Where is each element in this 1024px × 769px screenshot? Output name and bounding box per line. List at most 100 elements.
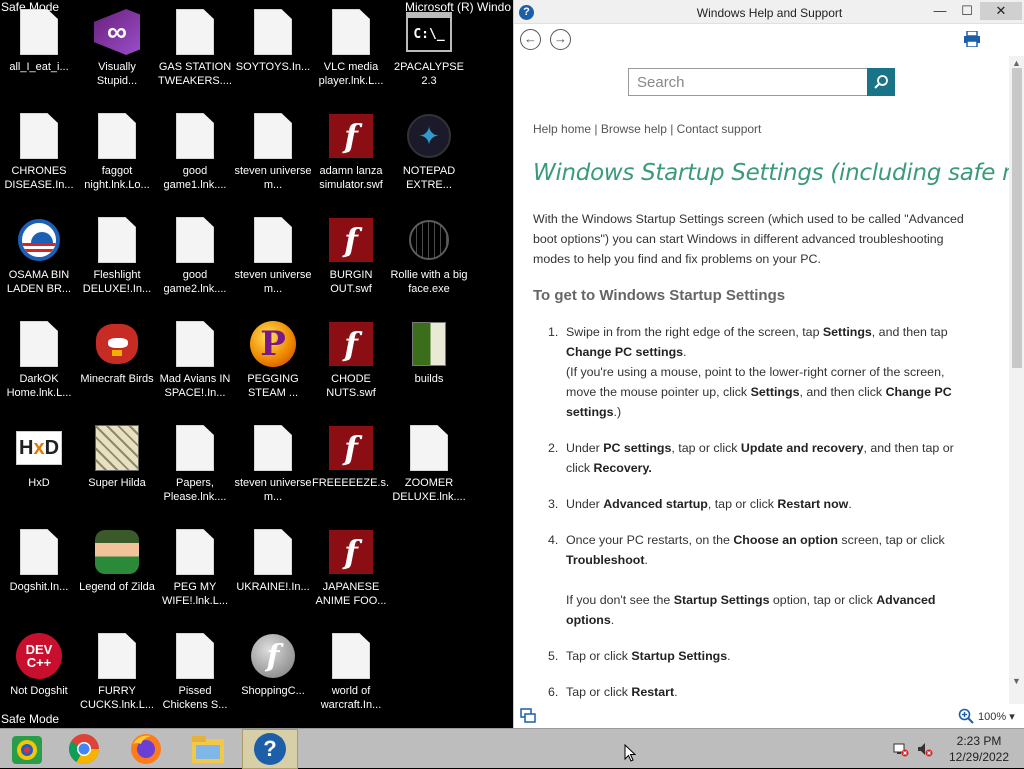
desktop-icon[interactable]: builds	[390, 318, 468, 422]
close-button[interactable]: ✕	[980, 2, 1022, 20]
desktop-icon-label: adamn lanza simulator.swf	[319, 165, 383, 191]
desktop-icon[interactable]: ZOOMER DELUXE.lnk....	[390, 422, 468, 526]
desktop-icon[interactable]: ∞ Visually Stupid...	[78, 6, 156, 110]
minimize-button[interactable]: —	[929, 2, 951, 20]
desktop-icon-label: CHRONES DISEASE.In...	[4, 165, 74, 191]
desktop-icon[interactable]: f adamn lanza simulator.swf	[312, 110, 390, 214]
desktop-icon-label: faggot night.lnk.Lo...	[84, 165, 150, 191]
desktop-icon[interactable]: PEG MY WIFE!.lnk.L...	[156, 526, 234, 630]
desktop-icon[interactable]: Papers, Please.lnk....	[156, 422, 234, 526]
step-bold: Restart	[631, 685, 675, 699]
desktop-icon[interactable]: Rollie with a big face.exe	[390, 214, 468, 318]
desktop-icon[interactable]: Pissed Chickens S...	[156, 630, 234, 734]
back-arrow-icon[interactable]: ←	[520, 29, 541, 50]
volume-muted-icon[interactable]	[917, 741, 933, 762]
search-input[interactable]: Search	[628, 68, 868, 96]
desktop-icon[interactable]: SOYTOYS.In...	[234, 6, 312, 110]
desktop-icon[interactable]: Legend of Zilda	[78, 526, 156, 630]
desktop-icon[interactable]: f JAPANESE ANIME FOO...	[312, 526, 390, 630]
desktop-icon[interactable]: Hx D HxD	[0, 422, 78, 526]
document-icon	[249, 112, 297, 160]
forward-arrow-icon[interactable]: →	[550, 29, 571, 50]
desktop-icon[interactable]: C:\_ 2PACALYPSE 2.3	[390, 6, 468, 110]
desktop-icon[interactable]: good game2.lnk....	[156, 214, 234, 318]
step-item: 3. Under Advanced startup, tap or click …	[533, 494, 963, 514]
scroll-up-icon[interactable]: ▲	[1012, 58, 1021, 68]
desktop-icon[interactable]: world of warcraft.In...	[312, 630, 390, 734]
document-icon	[327, 8, 375, 56]
desktop-icon-label: Minecraft Birds	[80, 373, 154, 385]
desktop-icon[interactable]: steven universe m...	[234, 422, 312, 526]
zoom-level[interactable]: 100% ▾	[978, 710, 1015, 723]
safe-mode-label-bottom: Safe Mode	[1, 712, 60, 726]
paint-icon[interactable]	[0, 729, 56, 769]
search-button[interactable]	[867, 68, 895, 96]
contact-support-link[interactable]: Contact support	[677, 122, 762, 136]
desktop-icon-label: PEG MY WIFE!.lnk.L...	[161, 581, 228, 607]
desktop-icon[interactable]: good game1.lnk....	[156, 110, 234, 214]
desktop-icon[interactable]: steven universe m...	[234, 214, 312, 318]
flash-icon: f	[327, 112, 375, 160]
step-text: .	[674, 685, 678, 699]
desktop-icon[interactable]: OSAMA BIN LADEN BR...	[0, 214, 78, 318]
clock-date: 12/29/2022	[948, 750, 1010, 764]
ask-icon[interactable]	[520, 708, 536, 729]
step-text: , and then tap	[871, 325, 948, 339]
step-bold: Restart now	[777, 497, 849, 511]
mouse-cursor-icon	[624, 743, 637, 767]
desktop-icon-label: all_I_eat_i...	[9, 61, 69, 73]
desktop-icon[interactable]: VLC media player.lnk.L...	[312, 6, 390, 110]
desktop-icon-label: Pissed Chickens S...	[162, 685, 228, 711]
desktop-icon[interactable]: CHRONES DISEASE.In...	[0, 110, 78, 214]
desktop-icon-label: SOYTOYS.In...	[235, 61, 311, 73]
desktop-icon[interactable]: P PEGGING STEAM ...	[234, 318, 312, 422]
step-text: .	[644, 553, 648, 567]
desktop-icon-label: PEGGING STEAM ...	[247, 373, 299, 399]
visual-studio-icon: ∞	[93, 8, 141, 56]
maximize-button[interactable]: ☐	[956, 2, 978, 20]
desktop-icon-label: DarkOK Home.lnk.L...	[6, 373, 72, 399]
scroll-down-icon[interactable]: ▼	[1012, 676, 1021, 686]
network-icon[interactable]	[893, 741, 909, 762]
file-explorer-icon[interactable]	[180, 729, 236, 769]
document-icon	[93, 632, 141, 680]
system-clock[interactable]: 2:23 PM 12/29/2022	[938, 733, 1020, 765]
desktop-icon[interactable]: FURRY CUCKS.lnk.L...	[78, 630, 156, 734]
desktop-icon[interactable]: Mad Avians IN SPACE!.In...	[156, 318, 234, 422]
desktop-icon[interactable]: UKRAINE!.In...	[234, 526, 312, 630]
flash-icon: f	[327, 216, 375, 264]
desktop-icon[interactable]: Minecraft Birds	[78, 318, 156, 422]
firefox-icon[interactable]	[118, 729, 174, 769]
desktop-icon[interactable]: DarkOK Home.lnk.L...	[0, 318, 78, 422]
desktop-icon-label: good game2.lnk....	[163, 269, 227, 295]
help-home-link[interactable]: Help home	[533, 122, 591, 136]
title-bar[interactable]: ? Windows Help and Support — ☐ ✕	[514, 0, 1024, 24]
clock-time: 2:23 PM	[956, 734, 1002, 748]
desktop-icon[interactable]: f FREEEEEZE.s...	[312, 422, 390, 526]
chrome-icon[interactable]	[56, 729, 112, 769]
desktop-icon[interactable]: f CHODE NUTS.swf	[312, 318, 390, 422]
desktop-icon[interactable]: Super Hilda	[78, 422, 156, 526]
desktop-icon[interactable]: f BURGIN OUT.swf	[312, 214, 390, 318]
desktop-icon-label: Super Hilda	[88, 477, 146, 489]
desktop-icon[interactable]: ✦ NOTEPAD EXTRE...	[390, 110, 468, 214]
desktop-icon-label: OSAMA BIN LADEN BR...	[6, 269, 72, 295]
browse-help-link[interactable]: Browse help	[601, 122, 667, 136]
desktop-icon[interactable]: steven universe m...	[234, 110, 312, 214]
step-text: Under	[566, 441, 604, 455]
print-icon[interactable]	[963, 30, 981, 48]
desktop-icon[interactable]: all_I_eat_i...	[0, 6, 78, 110]
step-bold: Choose an option	[733, 533, 838, 547]
desktop-icon[interactable]: f ShoppingC...	[234, 630, 312, 734]
angry-bird-icon	[93, 320, 141, 368]
desktop-icon[interactable]: Dogshit.In...	[0, 526, 78, 630]
zoom-icon[interactable]	[958, 708, 974, 729]
intro-paragraph: With the Windows Startup Settings screen…	[533, 212, 964, 266]
vertical-scrollbar[interactable]: ▲ ▼	[1009, 56, 1024, 704]
scrollbar-thumb[interactable]	[1012, 68, 1022, 368]
step-item: 6. Tap or click Restart.	[533, 682, 963, 702]
help-app-taskbar-button[interactable]: ?	[242, 729, 298, 769]
desktop-icon[interactable]: GAS STATION TWEAKERS....	[156, 6, 234, 110]
desktop-icon[interactable]: faggot night.lnk.Lo...	[78, 110, 156, 214]
desktop-icon[interactable]: Fleshlight DELUXE!.In...	[78, 214, 156, 318]
